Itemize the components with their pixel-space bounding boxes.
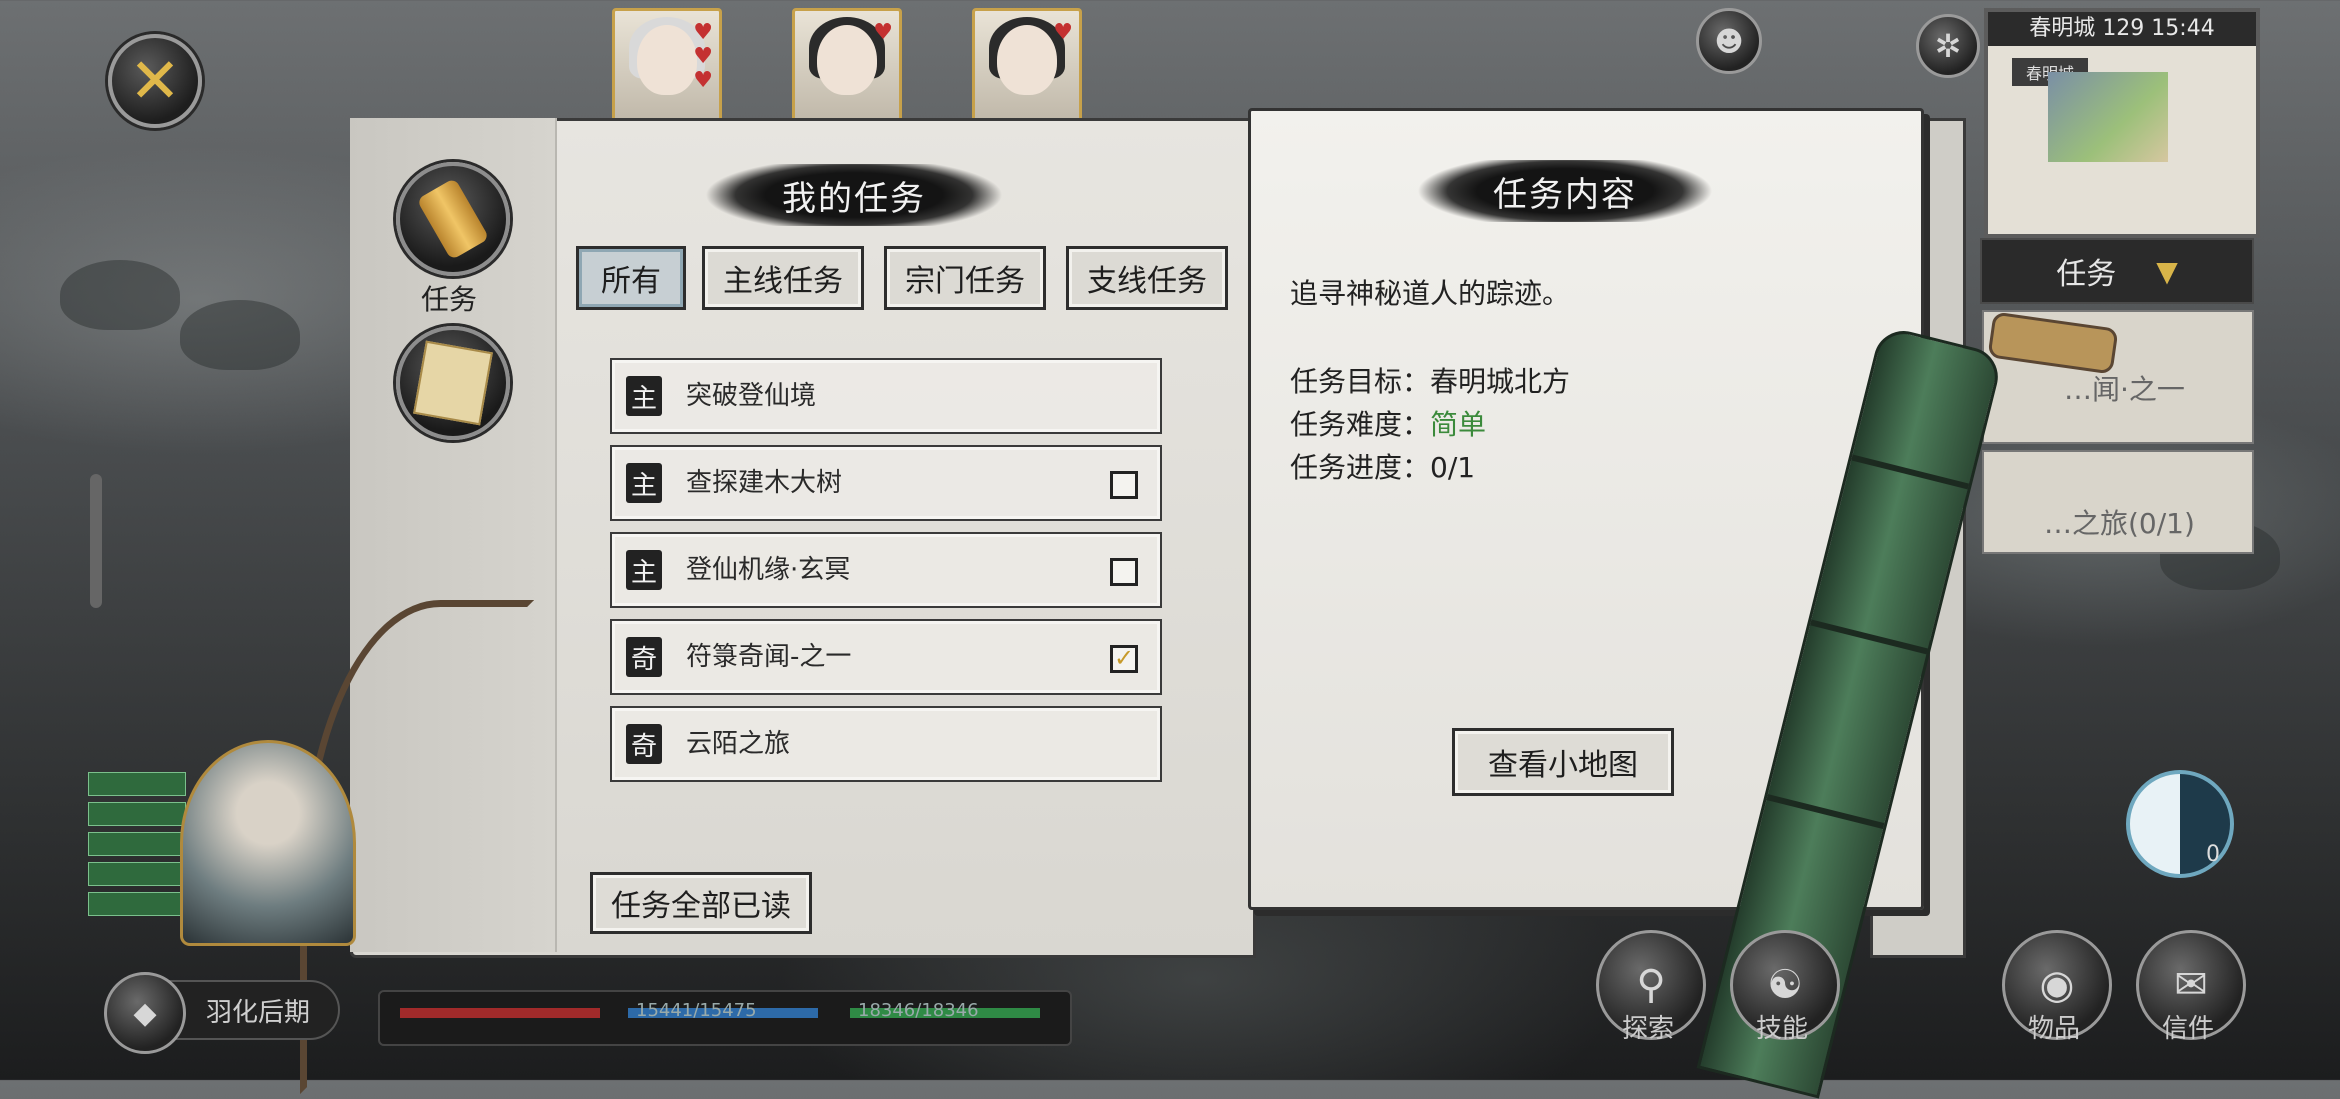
status-buff[interactable]	[88, 802, 186, 826]
quest-type-badge: 主	[626, 463, 662, 503]
tasks-nav-button[interactable]	[396, 162, 510, 276]
side-task-item[interactable]: …之旅(0/1)	[1982, 450, 2254, 554]
track-checkbox[interactable]	[1110, 558, 1138, 586]
companion-card[interactable]: ♥	[972, 8, 1082, 132]
people-icon: ☻	[1714, 24, 1744, 58]
paper-icon	[413, 340, 493, 426]
caret-down-icon: ▼	[2156, 254, 2178, 288]
quest-title: 突破登仙境	[686, 381, 817, 411]
task-progress-line: 任务进度：0/1	[1290, 446, 1475, 486]
tab-all[interactable]: 所有	[576, 246, 686, 310]
checkmark-icon: ✓	[1113, 644, 1135, 672]
heart-icon: ♥	[1053, 20, 1073, 45]
minimap-location: 春明城	[2029, 16, 2096, 41]
minimap-header: 春明城 129 15:44	[1988, 12, 2256, 46]
letter-icon: ✉	[2174, 962, 2208, 1008]
quest-row[interactable]: 奇 云陌之旅	[610, 706, 1162, 782]
quest-type-badge: 奇	[626, 637, 662, 677]
side-task-dropdown-label: 任务	[2056, 257, 2117, 292]
letters-label: 信件	[2161, 1014, 2214, 1044]
pouch-icon: ◆	[133, 995, 157, 1031]
background-tree	[180, 300, 300, 370]
quest-type-badge: 主	[626, 376, 662, 416]
status-buff[interactable]	[88, 862, 186, 886]
task-target-label: 任务目标：	[1290, 365, 1431, 398]
task-progress-value: 0/1	[1430, 451, 1476, 484]
scroll-icon	[416, 177, 490, 261]
heart-icon: ♥ ♥ ♥	[693, 20, 713, 93]
track-checkbox-checked[interactable]: ✓	[1110, 645, 1138, 673]
quest-title: 符箓奇闻-之一	[686, 642, 852, 672]
quest-title: 查探建木大树	[686, 468, 843, 498]
player-avatar[interactable]	[180, 740, 356, 946]
explore-icon: ⚲	[1636, 962, 1666, 1008]
side-task-text: …之旅(0/1)	[2044, 507, 2195, 540]
minimap[interactable]: 春明城 129 15:44 春明城	[1984, 8, 2260, 238]
tab-side[interactable]: 支线任务	[1066, 246, 1228, 310]
quest-row[interactable]: 奇 符箓奇闻-之一 ✓	[610, 619, 1162, 695]
task-description: 追寻神秘道人的踪迹。	[1290, 277, 1571, 310]
view-minimap-button[interactable]: 查看小地图	[1452, 728, 1674, 796]
quest-type-badge: 奇	[626, 724, 662, 764]
settings-button[interactable]: ✲	[1916, 14, 1980, 78]
notes-nav-button[interactable]	[396, 326, 510, 440]
tab-sect[interactable]: 宗门任务	[884, 246, 1046, 310]
gear-icon: ✲	[1934, 27, 1962, 65]
close-icon: ✕	[129, 44, 181, 117]
tasks-nav-label: 任务	[420, 283, 477, 316]
heart-icon: ♥	[873, 20, 893, 45]
explore-label: 探索	[1621, 1014, 1674, 1044]
quest-type-badge: 主	[626, 550, 662, 590]
status-buff[interactable]	[88, 772, 186, 796]
yin-yang-icon: ☯	[1767, 962, 1803, 1008]
stat-bars: 15441/15475 18346/18346	[378, 990, 1072, 1046]
task-difficulty-line: 任务难度：简单	[1290, 403, 1486, 443]
game-time: 129 15:44	[2102, 16, 2215, 41]
left-edge-scrollbar[interactable]	[90, 474, 102, 608]
companion-card[interactable]: ♥	[792, 8, 902, 132]
task-target-value: 春明城北方	[1430, 365, 1571, 398]
task-list-title: 我的任务	[706, 164, 1002, 226]
track-checkbox[interactable]	[1110, 471, 1138, 499]
task-target-line: 任务目标：春明城北方	[1290, 360, 1570, 400]
task-difficulty-label: 任务难度：	[1290, 408, 1431, 441]
task-progress-label: 任务进度：	[1290, 451, 1431, 484]
bamboo-node	[1810, 619, 1928, 655]
team-button[interactable]: ☻	[1696, 8, 1762, 74]
quest-row[interactable]: 主 查探建木大树	[610, 445, 1162, 521]
minimap-image	[2048, 72, 2168, 162]
taiji-count: 0	[2206, 842, 2220, 867]
health-bar	[400, 1008, 600, 1018]
quest-title: 登仙机缘·玄冥	[686, 555, 851, 585]
bamboo-node	[1766, 794, 1885, 829]
status-buff[interactable]	[88, 832, 186, 856]
realm-label: 羽化后期	[205, 997, 310, 1028]
quest-row[interactable]: 主 突破登仙境	[610, 358, 1162, 434]
quest-title: 云陌之旅	[686, 729, 791, 759]
stamina-value: 18346/18346	[858, 1000, 979, 1021]
quest-row[interactable]: 主 登仙机缘·玄冥	[610, 532, 1162, 608]
status-buff[interactable]	[88, 892, 186, 916]
bag-icon: ◉	[2039, 962, 2075, 1008]
close-button[interactable]: ✕	[108, 34, 202, 128]
mark-all-read-button[interactable]: 任务全部已读	[590, 872, 812, 934]
items-label: 物品	[2027, 1014, 2080, 1044]
side-task-dropdown[interactable]: 任务 ▼	[1980, 238, 2254, 304]
background-tree	[60, 260, 180, 330]
task-detail-title: 任务内容	[1418, 160, 1712, 222]
skills-label: 技能	[1755, 1014, 1808, 1044]
mana-value: 15441/15475	[636, 1000, 757, 1021]
realm-button[interactable]: ◆	[104, 972, 186, 1054]
tab-main[interactable]: 主线任务	[702, 246, 864, 310]
companion-card[interactable]: ♥ ♥ ♥	[612, 8, 722, 132]
task-difficulty-value: 简单	[1430, 408, 1487, 441]
bamboo-node	[1851, 454, 1970, 490]
side-task-text: …闻·之一	[2064, 373, 2185, 406]
